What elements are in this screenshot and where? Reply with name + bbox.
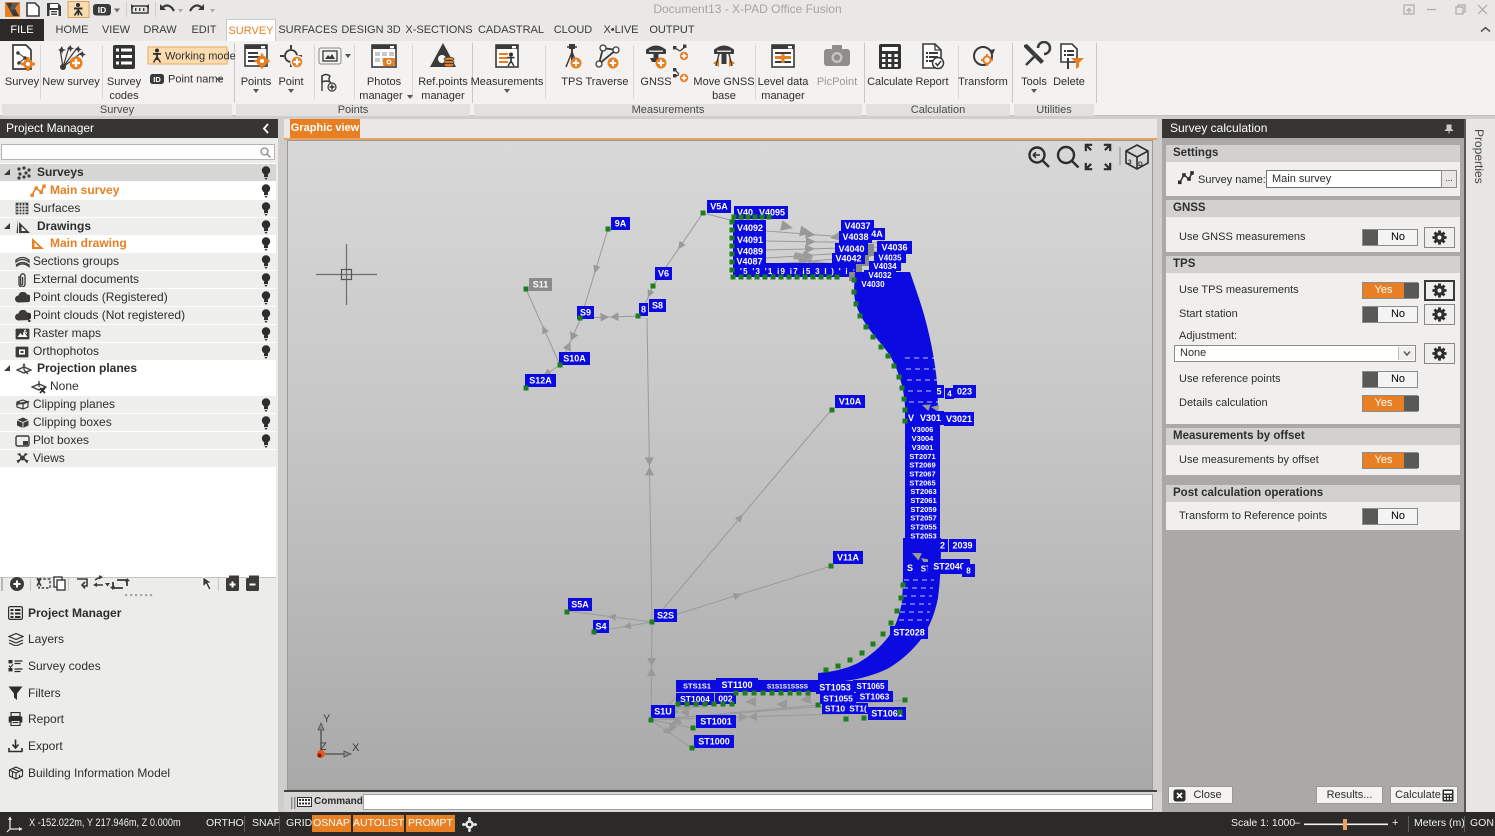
svg-text:ST1053: ST1053 bbox=[819, 683, 851, 693]
svg-text:2: 2 bbox=[940, 541, 945, 551]
svg-text:ST2028: ST2028 bbox=[893, 628, 925, 638]
svg-text:base: base bbox=[712, 90, 736, 102]
svg-text:ST1065: ST1065 bbox=[856, 682, 885, 691]
svg-text:8: 8 bbox=[966, 566, 971, 575]
svg-text:ST2069: ST2069 bbox=[909, 461, 935, 470]
svg-text:5: 5 bbox=[936, 387, 941, 397]
svg-text:ST1(: ST1( bbox=[849, 704, 867, 713]
svg-text:Calculate: Calculate bbox=[867, 76, 913, 88]
svg-text:9A: 9A bbox=[615, 219, 627, 229]
svg-text:Photos: Photos bbox=[367, 76, 402, 88]
svg-text:Y: Y bbox=[323, 713, 331, 725]
svg-text:D: D bbox=[1138, 161, 1143, 168]
svg-text:S8: S8 bbox=[652, 301, 663, 311]
svg-text:PicPoint: PicPoint bbox=[817, 76, 857, 88]
svg-text:V4091: V4091 bbox=[737, 235, 763, 245]
svg-text:8: 8 bbox=[641, 305, 646, 315]
svg-text:S11: S11 bbox=[533, 280, 549, 290]
svg-text:V4030: V4030 bbox=[861, 280, 885, 289]
svg-text:V6: V6 bbox=[658, 269, 669, 279]
svg-text:Report: Report bbox=[915, 76, 948, 88]
svg-text:Transform: Transform bbox=[958, 76, 1008, 88]
svg-text:023: 023 bbox=[957, 387, 972, 397]
svg-text:S1U: S1U bbox=[654, 707, 672, 717]
svg-text:manager: manager bbox=[761, 90, 805, 102]
svg-text:V4038: V4038 bbox=[842, 232, 868, 242]
svg-text:New survey: New survey bbox=[42, 76, 100, 88]
svg-text:S2S: S2S bbox=[657, 611, 674, 621]
svg-text:ST2065: ST2065 bbox=[909, 478, 935, 487]
svg-text:V4034: V4034 bbox=[873, 262, 897, 271]
svg-text:ST1063: ST1063 bbox=[860, 692, 890, 702]
svg-text:V3004: V3004 bbox=[912, 434, 935, 443]
svg-text:ST2067: ST2067 bbox=[909, 469, 935, 478]
svg-text:ST2063: ST2063 bbox=[910, 487, 936, 496]
svg-text:ST1055: ST1055 bbox=[823, 694, 853, 704]
svg-text:TPS: TPS bbox=[561, 76, 582, 88]
svg-text:Ref.points: Ref.points bbox=[418, 76, 468, 88]
svg-text:GNSS: GNSS bbox=[640, 76, 671, 88]
svg-text:3: 3 bbox=[1128, 159, 1132, 166]
svg-text:S1S1S1SSSS: S1S1S1SSSS bbox=[767, 683, 809, 690]
svg-text:Measurements: Measurements bbox=[471, 76, 544, 88]
svg-text:V4087: V4087 bbox=[736, 257, 762, 267]
svg-text:Tools: Tools bbox=[1021, 76, 1047, 88]
svg-text:ST2053: ST2053 bbox=[910, 531, 936, 540]
svg-text:S5A: S5A bbox=[571, 600, 589, 610]
svg-text:V4042: V4042 bbox=[835, 254, 861, 264]
svg-text:ST1000: ST1000 bbox=[698, 737, 730, 747]
svg-text:ST1100: ST1100 bbox=[721, 680, 752, 690]
svg-text:S10A: S10A bbox=[563, 354, 586, 364]
svg-text:Point name: Point name bbox=[168, 74, 224, 86]
svg-text:V4032: V4032 bbox=[868, 271, 892, 280]
svg-text:S: S bbox=[907, 563, 913, 573]
svg-text:ST2055: ST2055 bbox=[910, 523, 936, 532]
svg-text:ST1001: ST1001 bbox=[700, 717, 732, 727]
svg-text:V: V bbox=[908, 413, 914, 423]
svg-text:V4037: V4037 bbox=[844, 221, 870, 231]
svg-text:A: A bbox=[23, 330, 28, 336]
svg-text:V4040: V4040 bbox=[838, 244, 864, 254]
svg-text:Survey: Survey bbox=[107, 76, 142, 88]
svg-text:ST2071: ST2071 bbox=[909, 452, 935, 461]
svg-text:Level data: Level data bbox=[758, 76, 810, 88]
svg-text:manager: manager bbox=[359, 90, 403, 102]
svg-text:ST2059: ST2059 bbox=[910, 505, 936, 514]
svg-text:2039: 2039 bbox=[952, 541, 972, 551]
svg-text:V4092: V4092 bbox=[737, 223, 763, 233]
svg-text:codes: codes bbox=[109, 90, 139, 102]
svg-text:Move GNSS: Move GNSS bbox=[693, 76, 754, 88]
svg-text:ST2040: ST2040 bbox=[933, 562, 965, 572]
svg-text:V11A: V11A bbox=[837, 553, 860, 563]
svg-text:4: 4 bbox=[947, 389, 952, 398]
svg-text:Point: Point bbox=[278, 76, 303, 88]
svg-text:ST2057: ST2057 bbox=[910, 514, 936, 523]
svg-text:S4: S4 bbox=[595, 622, 606, 632]
svg-text:V3006: V3006 bbox=[912, 425, 934, 434]
svg-text:V4089: V4089 bbox=[737, 247, 763, 257]
svg-text:ST2061: ST2061 bbox=[910, 496, 936, 505]
svg-text:X: X bbox=[352, 742, 360, 754]
svg-text:V10A: V10A bbox=[839, 397, 862, 407]
svg-text:STS1S1: STS1S1 bbox=[683, 682, 711, 691]
svg-text:V4036: V4036 bbox=[881, 243, 907, 253]
svg-text:Traverse: Traverse bbox=[586, 76, 629, 88]
svg-text:manager: manager bbox=[421, 90, 465, 102]
svg-text:ID: ID bbox=[153, 75, 161, 84]
svg-text:Survey: Survey bbox=[5, 76, 40, 88]
svg-text:S12A: S12A bbox=[529, 376, 552, 386]
svg-text:V3021: V3021 bbox=[946, 414, 972, 424]
svg-text:Working mode: Working mode bbox=[165, 51, 236, 63]
svg-text:V5A: V5A bbox=[710, 202, 728, 212]
svg-text:V301: V301 bbox=[920, 413, 941, 423]
svg-text:Delete: Delete bbox=[1053, 76, 1085, 88]
svg-text:Points: Points bbox=[241, 76, 272, 88]
svg-text:ST10: ST10 bbox=[825, 704, 846, 714]
svg-text:V3001: V3001 bbox=[912, 443, 934, 452]
svg-text:4A: 4A bbox=[871, 229, 883, 239]
